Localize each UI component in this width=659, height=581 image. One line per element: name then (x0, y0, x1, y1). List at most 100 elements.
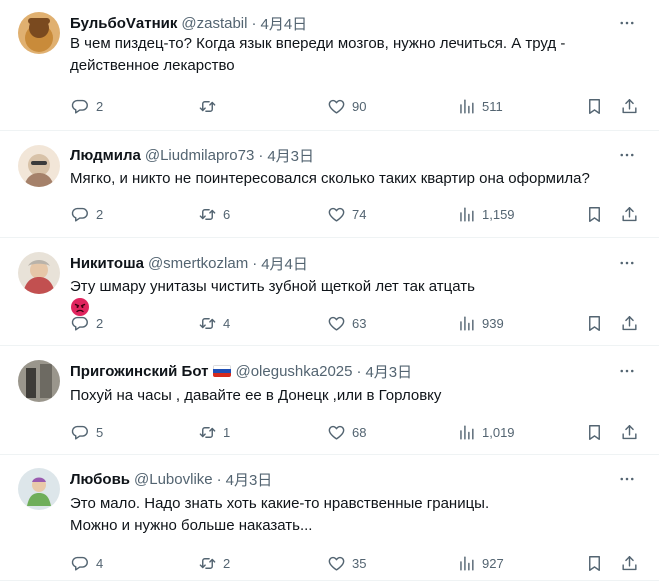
views-count: 1,159 (482, 206, 515, 222)
like-icon (327, 554, 346, 573)
user-handle[interactable]: @olegushka2025 (235, 363, 352, 380)
display-name[interactable]: БульбоVатник (70, 15, 177, 32)
bookmark-icon (585, 97, 604, 116)
action-bar: 2 6 74 1,159 (0, 203, 659, 225)
reply-button[interactable]: 2 (71, 203, 103, 225)
reply-button[interactable]: 5 (71, 421, 103, 443)
avatar[interactable] (18, 360, 60, 402)
retweet-icon (198, 554, 217, 573)
share-button[interactable] (620, 95, 639, 117)
bookmark-button[interactable] (585, 95, 604, 117)
reply-icon (71, 97, 90, 116)
share-icon (620, 554, 639, 573)
tweet-text: Эту шмару унитазы чистить зубной щеткой … (70, 276, 645, 316)
more-icon[interactable] (617, 253, 637, 273)
reply-tweet[interactable]: Пригожинский Бот @olegushka2025 · 4月3日 П… (0, 346, 659, 455)
views-button[interactable]: 927 (457, 552, 504, 574)
reply-button[interactable]: 2 (71, 312, 103, 334)
tweet-header: БульбоVатник @zastabil · 4月4日 (70, 13, 307, 33)
like-count: 74 (352, 206, 367, 222)
user-handle[interactable]: @smertkozlam (148, 255, 248, 272)
tweet-text-line: Можно и нужно больше наказать... (70, 517, 313, 534)
share-button[interactable] (620, 312, 639, 334)
views-icon (457, 423, 476, 442)
like-button[interactable]: 63 (327, 312, 366, 334)
reply-icon (71, 423, 90, 442)
reply-button[interactable]: 2 (71, 95, 103, 117)
avatar[interactable] (18, 145, 60, 187)
display-name[interactable]: Пригожинский Бот (70, 363, 208, 380)
like-count: 35 (352, 555, 367, 571)
avatar[interactable] (18, 12, 60, 54)
bookmark-button[interactable] (585, 312, 604, 334)
tweet-text: В чем пиздец-то? Когда язык впереди мозг… (70, 33, 645, 77)
reply-icon (71, 205, 90, 224)
views-button[interactable]: 511 (457, 95, 503, 117)
bookmark-button[interactable] (585, 203, 604, 225)
like-button[interactable]: 74 (327, 203, 366, 225)
like-button[interactable]: 35 (327, 552, 366, 574)
share-icon (620, 97, 639, 116)
user-handle[interactable]: @Liudmilapro73 (145, 147, 254, 164)
retweet-count: 6 (223, 206, 231, 222)
tweet-text-line: Похуй на часы , давайте ее в Донецк ,или… (70, 387, 442, 404)
share-button[interactable] (620, 203, 639, 225)
retweet-count: 4 (223, 315, 231, 331)
display-name[interactable]: Никитоша (70, 255, 144, 272)
reply-button[interactable]: 4 (71, 552, 103, 574)
retweet-button[interactable]: 1 (198, 421, 230, 443)
more-icon[interactable] (617, 469, 637, 489)
reply-tweet[interactable]: Никитоша @smertkozlam · 4月4日 Эту шмару у… (0, 238, 659, 346)
share-icon (620, 423, 639, 442)
views-icon (457, 205, 476, 224)
user-handle[interactable]: @Lubovlike (134, 471, 213, 488)
like-icon (327, 423, 346, 442)
reply-tweet[interactable]: БульбоVатник @zastabil · 4月4日 В чем пизд… (0, 0, 659, 131)
user-handle[interactable]: @zastabil (181, 15, 247, 32)
avatar[interactable] (18, 252, 60, 294)
tweet-text-line: действенное лекарство (70, 57, 235, 74)
tweet-date[interactable]: 4月3日 (365, 361, 412, 382)
tweet-text-line: Эту шмару унитазы чистить зубной щеткой … (70, 276, 645, 316)
views-count: 1,019 (482, 424, 515, 440)
tweet-date[interactable]: 4月3日 (267, 145, 314, 166)
views-button[interactable]: 1,159 (457, 203, 515, 225)
tweet-header: Любовь @Lubovlike · 4月3日 (70, 469, 272, 489)
share-icon (620, 205, 639, 224)
like-button[interactable]: 90 (327, 95, 366, 117)
action-bar: 2 4 63 939 (0, 312, 659, 334)
reply-icon (71, 314, 90, 333)
bookmark-icon (585, 554, 604, 573)
retweet-button[interactable] (198, 95, 223, 117)
display-name[interactable]: Людмила (70, 147, 141, 164)
reply-tweet[interactable]: Любовь @Lubovlike · 4月3日 Это мало. Надо … (0, 455, 659, 581)
bookmark-button[interactable] (585, 552, 604, 574)
reply-tweet[interactable]: Людмила @Liudmilapro73 · 4月3日 Мягко, и н… (0, 131, 659, 238)
share-button[interactable] (620, 552, 639, 574)
tweet-header: Никитоша @smertkozlam · 4月4日 (70, 253, 308, 273)
tweet-date[interactable]: 4月4日 (260, 13, 307, 34)
more-icon[interactable] (617, 361, 637, 381)
views-button[interactable]: 939 (457, 312, 504, 334)
like-count: 63 (352, 315, 367, 331)
more-icon[interactable] (617, 13, 637, 33)
action-bar: 5 1 68 1,019 (0, 421, 659, 443)
views-icon (457, 554, 476, 573)
views-button[interactable]: 1,019 (457, 421, 515, 443)
like-count: 68 (352, 424, 367, 440)
retweet-button[interactable]: 6 (198, 203, 230, 225)
tweet-date[interactable]: 4月4日 (261, 253, 308, 274)
tweet-date[interactable]: 4月3日 (226, 469, 273, 490)
more-icon[interactable] (617, 145, 637, 165)
retweet-button[interactable]: 4 (198, 312, 230, 334)
reply-count: 2 (96, 98, 104, 114)
tweet-text-line: Мягко, и никто не поинтересовался скольк… (70, 170, 590, 187)
share-button[interactable] (620, 421, 639, 443)
bookmark-icon (585, 423, 604, 442)
avatar[interactable] (18, 468, 60, 510)
like-button[interactable]: 68 (327, 421, 366, 443)
retweet-button[interactable]: 2 (198, 552, 230, 574)
bookmark-button[interactable] (585, 421, 604, 443)
separator-dot: · (251, 14, 257, 32)
display-name[interactable]: Любовь (70, 471, 130, 488)
